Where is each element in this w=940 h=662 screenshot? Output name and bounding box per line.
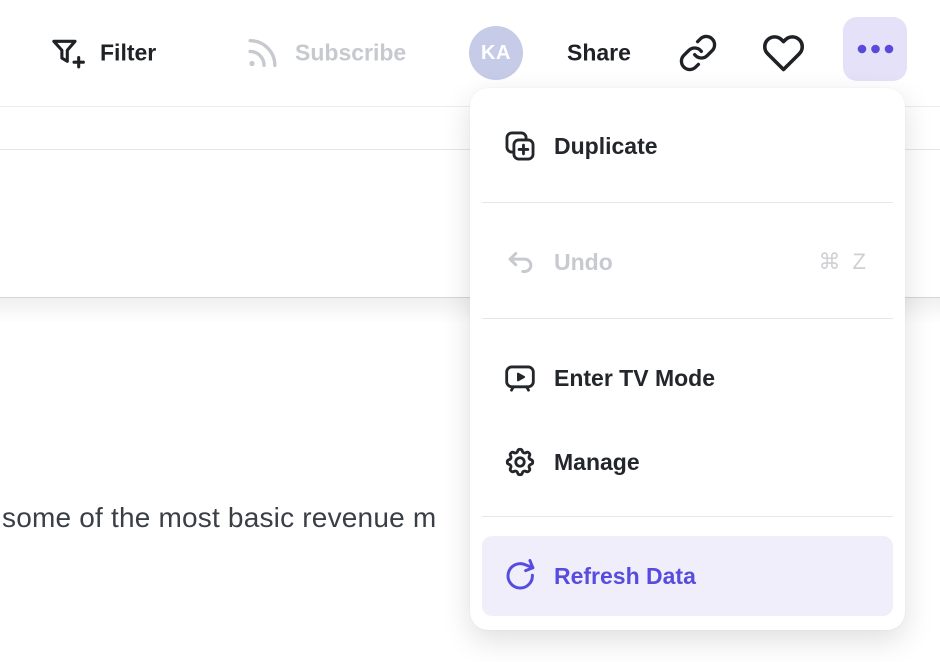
subscribe-label: Subscribe bbox=[295, 40, 406, 67]
filter-button[interactable]: Filter bbox=[48, 35, 156, 72]
menu-item-label: Duplicate bbox=[554, 133, 658, 160]
context-menu: Duplicate Undo ⌘ Z Enter TV M bbox=[470, 88, 905, 630]
dashboard-text-fragment: some of the most basic revenue m bbox=[2, 502, 436, 534]
avatar[interactable]: KA bbox=[469, 26, 523, 80]
rss-icon bbox=[244, 35, 281, 72]
heart-icon bbox=[762, 32, 805, 75]
ellipsis-icon bbox=[857, 44, 894, 54]
duplicate-icon bbox=[503, 129, 537, 163]
menu-item-enter-tv-mode[interactable]: Enter TV Mode bbox=[482, 336, 893, 420]
filter-plus-icon bbox=[48, 35, 86, 72]
share-label: Share bbox=[567, 40, 631, 67]
menu-item-label: Refresh Data bbox=[554, 563, 696, 590]
menu-item-label: Undo bbox=[554, 249, 613, 276]
link-icon bbox=[678, 33, 718, 73]
gear-icon bbox=[503, 445, 537, 479]
menu-divider bbox=[482, 318, 893, 319]
undo-icon bbox=[503, 245, 537, 279]
filter-label: Filter bbox=[100, 40, 156, 67]
menu-divider bbox=[482, 202, 893, 203]
menu-item-duplicate[interactable]: Duplicate bbox=[482, 104, 893, 188]
subscribe-button: Subscribe bbox=[244, 35, 406, 72]
favorite-button[interactable] bbox=[762, 32, 805, 75]
menu-divider bbox=[482, 516, 893, 517]
menu-item-label: Enter TV Mode bbox=[554, 365, 715, 392]
menu-item-label: Manage bbox=[554, 449, 640, 476]
avatar-initials: KA bbox=[481, 42, 511, 65]
more-options-button[interactable] bbox=[843, 17, 907, 81]
tv-icon bbox=[503, 361, 537, 395]
menu-item-manage[interactable]: Manage bbox=[482, 420, 893, 504]
copy-link-button[interactable] bbox=[678, 33, 718, 73]
menu-item-refresh-data[interactable]: Refresh Data bbox=[482, 536, 893, 616]
menu-item-undo: Undo ⌘ Z bbox=[482, 220, 893, 304]
undo-shortcut: ⌘ Z bbox=[818, 249, 869, 275]
share-button[interactable]: Share bbox=[567, 40, 631, 67]
refresh-icon bbox=[503, 559, 537, 593]
